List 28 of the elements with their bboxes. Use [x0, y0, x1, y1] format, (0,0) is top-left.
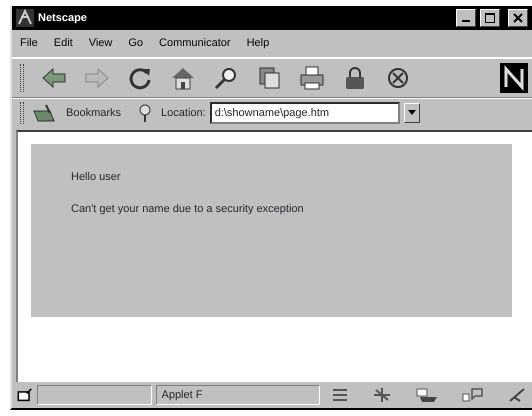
bookmarks-button[interactable]: Bookmarks: [66, 104, 122, 122]
menu-item[interactable]: Go: [128, 35, 144, 52]
logo-icon[interactable]: [500, 62, 528, 92]
list-icon[interactable]: [332, 387, 348, 403]
menu-item[interactable]: File: [20, 35, 38, 52]
menu-item[interactable]: View: [88, 35, 112, 52]
menu-item[interactable]: Communicator: [159, 35, 231, 52]
caret-icon: [408, 110, 416, 116]
maximize-icon: [485, 13, 495, 23]
mail-icon[interactable]: [416, 387, 438, 403]
logo-icon: [16, 9, 34, 27]
menu-item[interactable]: Edit: [54, 35, 73, 52]
pin-icon: [137, 103, 154, 123]
minimize-button[interactable]: [456, 9, 476, 27]
location-label: Location:: [161, 106, 206, 121]
dropdown-button[interactable]: [404, 103, 420, 123]
menu-item[interactable]: Help: [246, 35, 270, 52]
url-field[interactable]: d:\showname\page.htm: [210, 102, 400, 124]
maximize-button[interactable]: [480, 9, 500, 27]
close-icon: [513, 13, 523, 23]
greeting-text: Hello user: [71, 170, 122, 184]
error-message: Can't get your name due to a security exception: [71, 202, 305, 217]
status-text: Applet F: [161, 388, 202, 403]
printer-icon[interactable]: [299, 64, 325, 90]
minimize-icon: [462, 20, 470, 22]
window-title: Netscape: [38, 10, 88, 26]
chat-icon[interactable]: [462, 387, 484, 403]
close-button[interactable]: [508, 9, 528, 27]
